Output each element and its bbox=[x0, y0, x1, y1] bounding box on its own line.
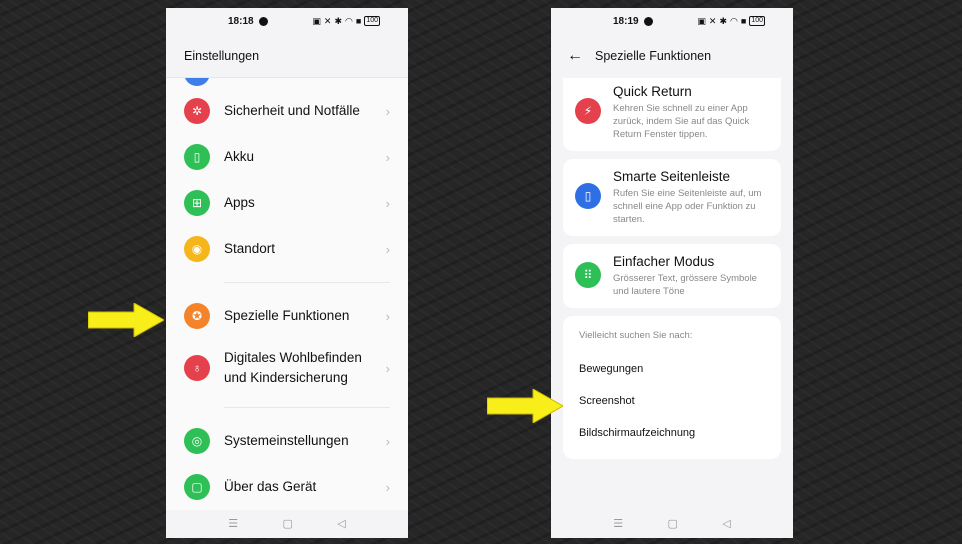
battery-icon: 100 bbox=[364, 16, 380, 26]
chevron-right-icon: › bbox=[385, 103, 390, 119]
status-bar: 18:19 ▣ ✕ ✱ ◠ ■ 100 bbox=[551, 8, 793, 34]
card-title: Quick Return bbox=[613, 84, 692, 99]
page-title: Spezielle Funktionen bbox=[595, 49, 712, 63]
notification-dot-icon bbox=[258, 16, 268, 26]
battery-icon: ▯ bbox=[184, 144, 210, 170]
bluetooth-icon: ✱ bbox=[334, 15, 343, 26]
settings-item-label: Sicherheit und Notfälle bbox=[224, 103, 360, 118]
highlight-arrow-icon bbox=[88, 303, 164, 337]
suggestion-link-gestures[interactable]: Bewegungen bbox=[579, 353, 765, 385]
suggestions-caption: Vielleicht suchen Sie nach: bbox=[579, 330, 693, 341]
back-arrow-icon[interactable]: ← bbox=[567, 48, 583, 64]
sim-icon: ■ bbox=[355, 16, 362, 26]
settings-item-label: Systemeinstellungen bbox=[224, 433, 349, 448]
nfc-icon: ▣ bbox=[312, 15, 321, 26]
card-title: Einfacher Modus bbox=[613, 254, 715, 269]
menu-nav-icon[interactable]: ☰ bbox=[613, 517, 623, 530]
card-description: Grösserer Text, grössere Symbole und lau… bbox=[613, 273, 757, 297]
simple-mode-icon: ⠿ bbox=[575, 262, 601, 288]
bluetooth-icon: ✱ bbox=[719, 15, 728, 26]
battery-icon: 100 bbox=[749, 16, 765, 26]
wifi-icon: ◠ bbox=[730, 15, 738, 26]
settings-item-label: Spezielle Funktionen bbox=[224, 308, 350, 323]
menu-nav-icon[interactable]: ☰ bbox=[228, 517, 238, 530]
sidebar-icon: ▯ bbox=[575, 183, 601, 209]
settings-item-apps[interactable]: ⊞ Apps › bbox=[166, 180, 408, 226]
notification-dot-icon bbox=[643, 16, 653, 26]
feature-card-quick-return[interactable]: ⚡ Quick Return Kehren Sie schnell zu ein… bbox=[563, 78, 781, 151]
suggestions-panel: Vielleicht suchen Sie nach: Bewegungen S… bbox=[563, 316, 781, 459]
settings-item-label: Akku bbox=[224, 149, 255, 164]
status-time: 18:18 bbox=[228, 15, 254, 27]
status-icons: ▣ ✕ ✱ ◠ ■ 100 bbox=[697, 16, 765, 27]
quick-return-icon: ⚡ bbox=[575, 98, 601, 124]
device-icon: ▢ bbox=[184, 474, 210, 500]
mute-icon: ✕ bbox=[708, 15, 717, 26]
home-nav-icon[interactable]: ▢ bbox=[282, 517, 292, 530]
wellbeing-icon: ♁ bbox=[184, 355, 210, 381]
status-bar: 18:18 ▣ ✕ ✱ ◠ ■ 100 bbox=[166, 8, 408, 34]
divider bbox=[224, 407, 390, 408]
settings-item-label: Über das Gerät bbox=[224, 479, 317, 494]
textured-background bbox=[0, 0, 962, 544]
location-icon: ◉ bbox=[184, 236, 210, 262]
settings-item-label: Apps bbox=[224, 195, 255, 210]
partial-item-icon bbox=[166, 78, 408, 88]
feature-card-simple-mode[interactable]: ⠿ Einfacher Modus Grösserer Text, grösse… bbox=[563, 244, 781, 308]
settings-item-security[interactable]: ✲ Sicherheit und Notfälle › bbox=[166, 88, 408, 134]
settings-item-special-features[interactable]: ✪ Spezielle Funktionen › bbox=[166, 293, 408, 339]
navigation-bar: ☰ ▢ ◁ bbox=[551, 508, 793, 538]
apps-grid-icon: ⊞ bbox=[184, 190, 210, 216]
back-nav-icon[interactable]: ◁ bbox=[722, 517, 730, 530]
settings-item-label: Standort bbox=[224, 241, 276, 256]
settings-icon: ◎ bbox=[184, 428, 210, 454]
navigation-bar: ☰ ▢ ◁ bbox=[166, 508, 408, 538]
chevron-right-icon: › bbox=[385, 360, 390, 376]
feature-card-smart-sidebar[interactable]: ▯ Smarte Seitenleiste Rufen Sie eine Sei… bbox=[563, 159, 781, 236]
highlight-arrow-icon bbox=[487, 389, 563, 423]
settings-item-about[interactable]: ▢ Über das Gerät › bbox=[166, 464, 408, 510]
chevron-right-icon: › bbox=[385, 149, 390, 165]
nfc-icon: ▣ bbox=[697, 15, 706, 26]
chevron-right-icon: › bbox=[385, 479, 390, 495]
mute-icon: ✕ bbox=[323, 15, 332, 26]
chevron-right-icon: › bbox=[385, 241, 390, 257]
suggestion-link-screen-recording[interactable]: Bildschirmaufzeichnung bbox=[579, 417, 765, 449]
status-time: 18:19 bbox=[613, 15, 639, 27]
wifi-icon: ◠ bbox=[345, 15, 353, 26]
page-title: Einstellungen bbox=[184, 48, 260, 63]
asterisk-icon: ✲ bbox=[184, 98, 210, 124]
chevron-right-icon: › bbox=[385, 195, 390, 211]
settings-item-system[interactable]: ◎ Systemeinstellungen › bbox=[166, 418, 408, 464]
sim-icon: ■ bbox=[740, 16, 747, 26]
page-title-bar: Einstellungen bbox=[166, 34, 408, 78]
special-features-screen: 18:19 ▣ ✕ ✱ ◠ ■ 100 ← Spezielle Funktion… bbox=[551, 8, 793, 538]
chevron-right-icon: › bbox=[385, 433, 390, 449]
label-line-2: und Kindersicherung bbox=[224, 370, 348, 385]
back-nav-icon[interactable]: ◁ bbox=[337, 517, 345, 530]
settings-list: ✲ Sicherheit und Notfälle › ▯ Akku › ⊞ A… bbox=[166, 78, 408, 510]
home-nav-icon[interactable]: ▢ bbox=[667, 517, 677, 530]
card-description: Kehren Sie schnell zu einer App zurück, … bbox=[613, 103, 750, 140]
settings-item-wellbeing[interactable]: ♁ Digitales Wohlbefinden und Kindersiche… bbox=[166, 339, 408, 397]
page-title-bar: ← Spezielle Funktionen bbox=[551, 34, 793, 78]
star-icon: ✪ bbox=[184, 303, 210, 329]
suggestion-link-screenshot[interactable]: Screenshot bbox=[579, 385, 765, 417]
label-line-1: Digitales Wohlbefinden bbox=[224, 350, 362, 365]
card-description: Rufen Sie eine Seitenleiste auf, um schn… bbox=[613, 188, 762, 225]
settings-item-label: Digitales Wohlbefinden und Kindersicheru… bbox=[224, 348, 362, 388]
chevron-right-icon: › bbox=[385, 308, 390, 324]
settings-item-location[interactable]: ◉ Standort › bbox=[166, 226, 408, 272]
settings-item-battery[interactable]: ▯ Akku › bbox=[166, 134, 408, 180]
settings-screen: 18:18 ▣ ✕ ✱ ◠ ■ 100 Einstellungen ✲ Sich… bbox=[166, 8, 408, 538]
card-title: Smarte Seitenleiste bbox=[613, 169, 731, 184]
divider bbox=[224, 282, 390, 283]
status-icons: ▣ ✕ ✱ ◠ ■ 100 bbox=[312, 16, 380, 27]
